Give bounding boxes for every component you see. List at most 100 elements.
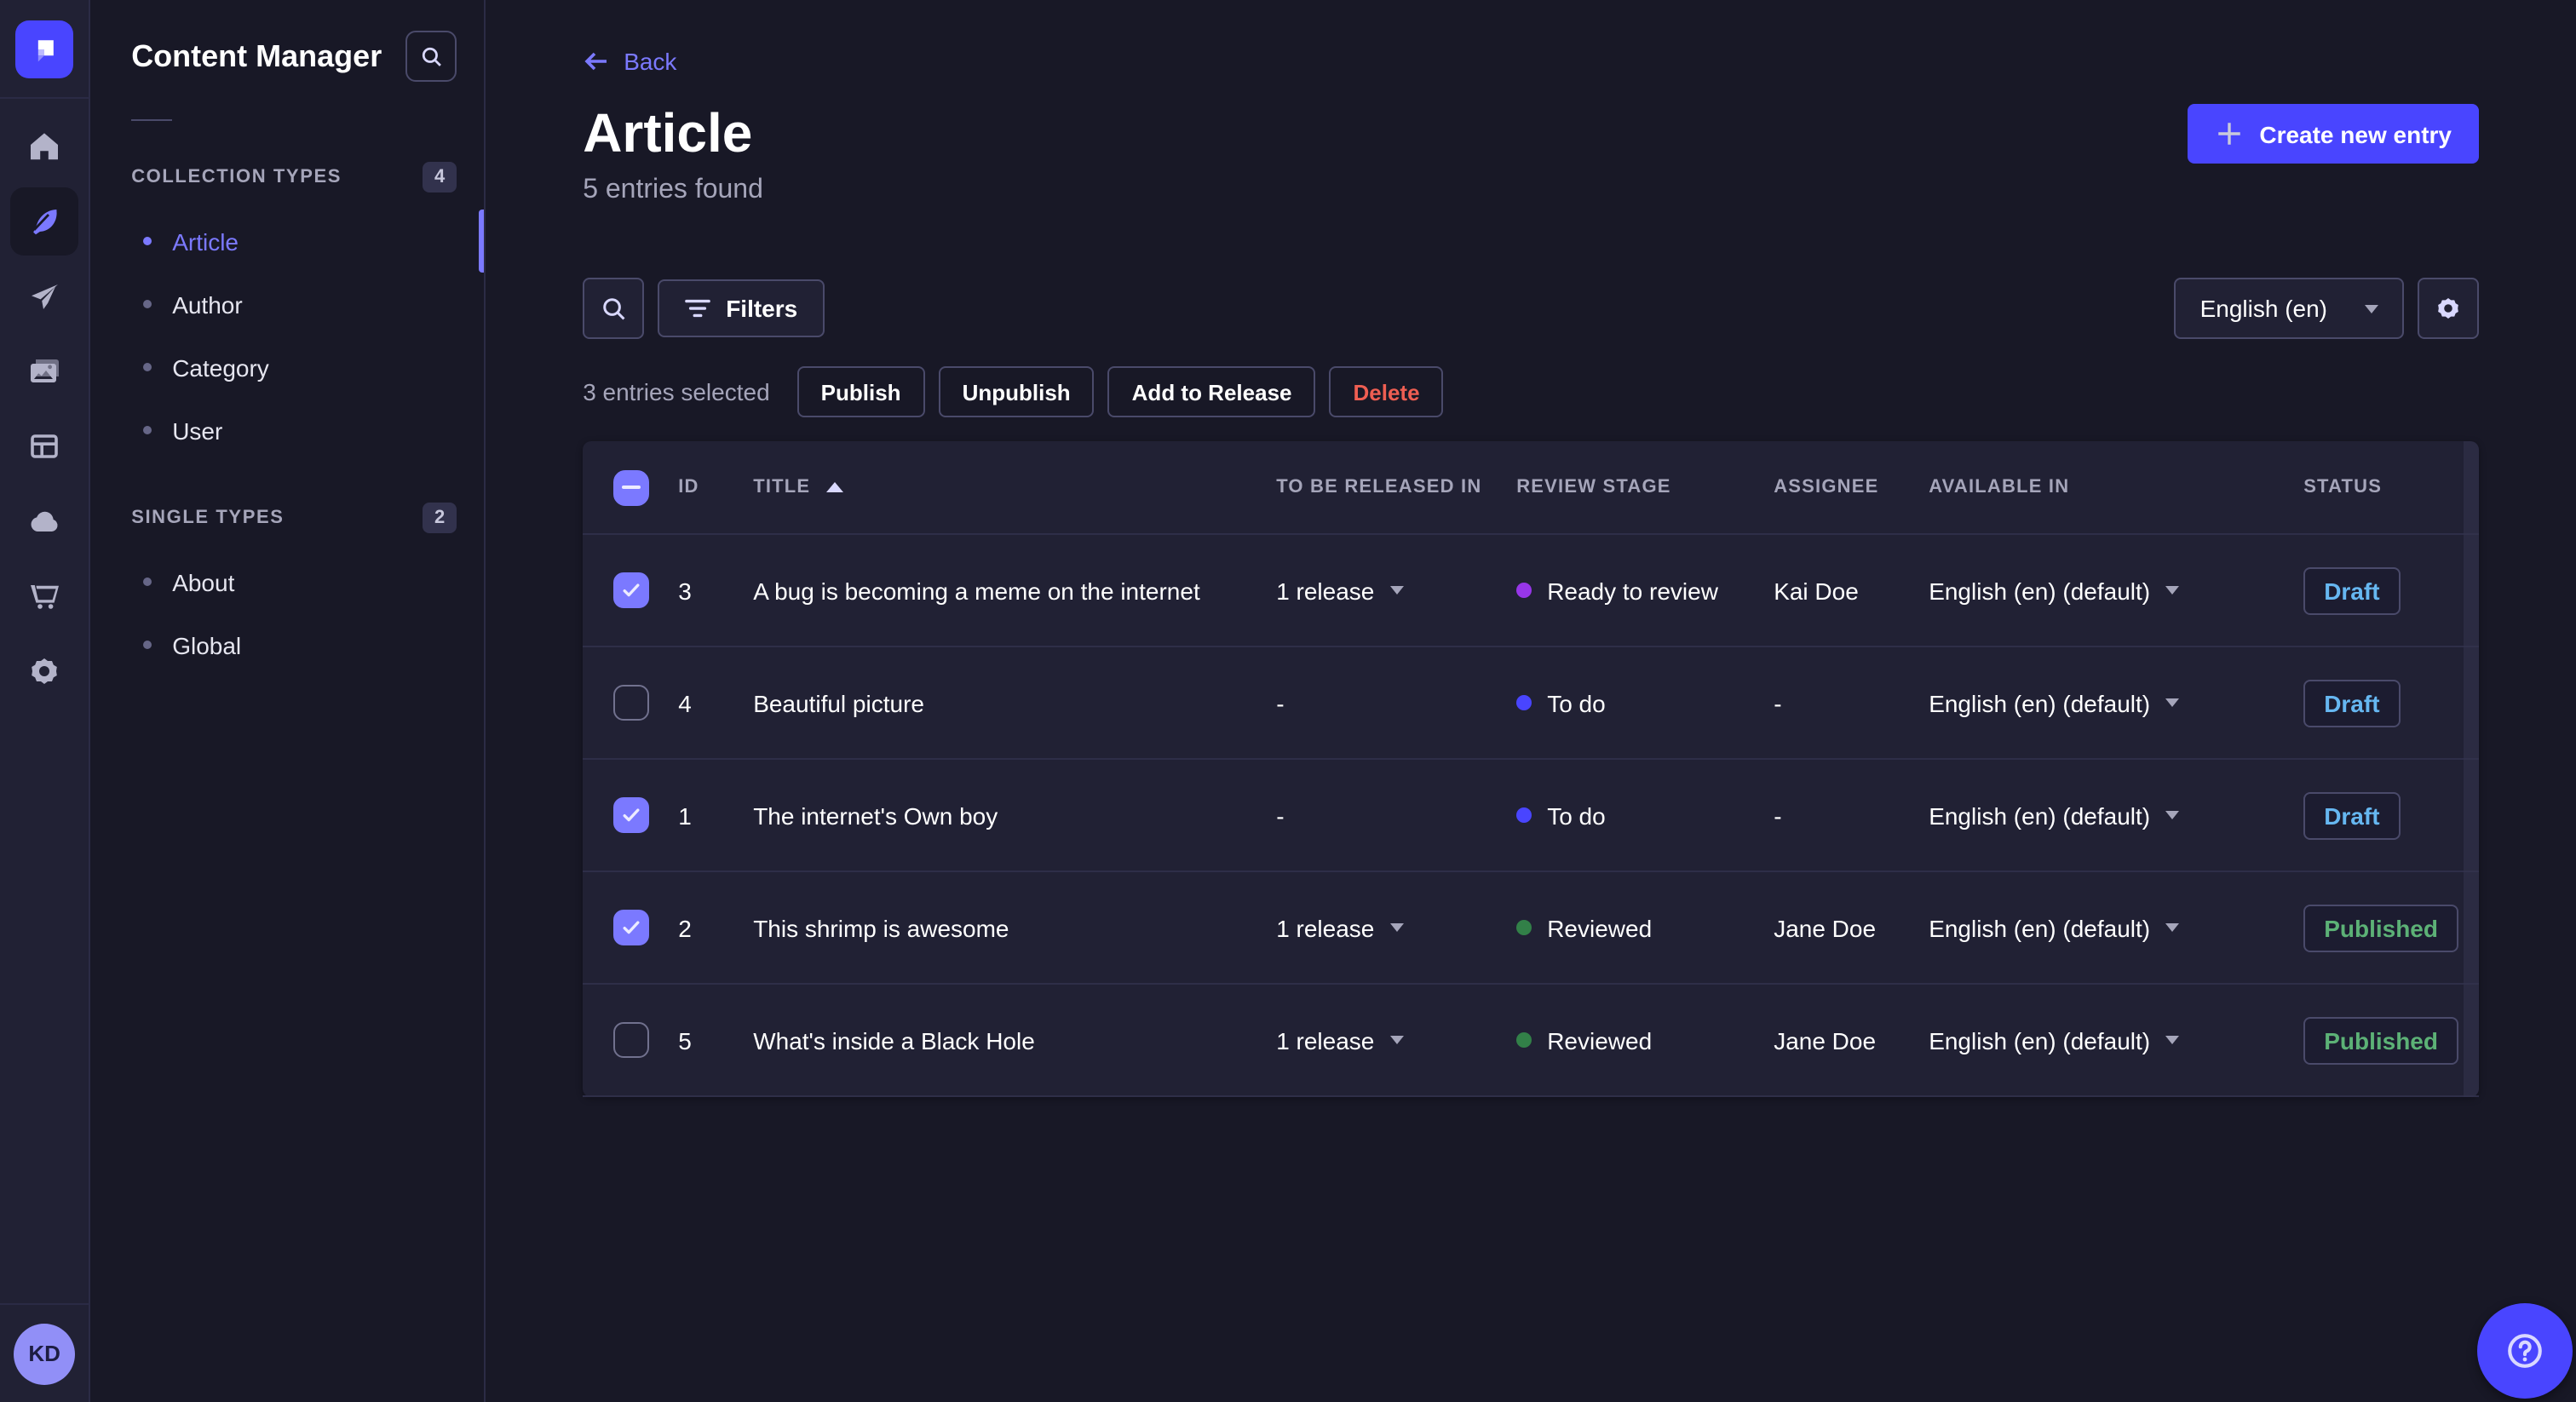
cell-assignee: Kai Doe bbox=[1774, 577, 1859, 604]
marketplace-cart-icon[interactable] bbox=[10, 562, 78, 630]
rail-footer: KD bbox=[0, 1303, 89, 1402]
cell-available-in[interactable]: English (en) (default) bbox=[1929, 1026, 2303, 1054]
releases-paper-plane-icon[interactable] bbox=[10, 262, 78, 330]
sidebar-item-global[interactable]: Global bbox=[90, 613, 484, 676]
table-row[interactable]: 1 The internet's Own boy - To do - Engli… bbox=[583, 760, 2479, 872]
settings-gear-icon[interactable] bbox=[10, 637, 78, 705]
sidebar-item-label: User bbox=[172, 417, 223, 444]
collection-types-count-badge: 4 bbox=[422, 162, 457, 192]
cell-id: 1 bbox=[678, 802, 692, 829]
question-circle-icon bbox=[2508, 1334, 2542, 1368]
view-settings-button[interactable] bbox=[2418, 278, 2479, 339]
publish-button[interactable]: Publish bbox=[796, 366, 925, 417]
delete-button[interactable]: Delete bbox=[1329, 366, 1444, 417]
cloud-icon[interactable] bbox=[10, 487, 78, 555]
row-checkbox[interactable] bbox=[613, 1022, 650, 1058]
sidebar-item-label: Article bbox=[172, 227, 239, 255]
strapi-admin-app: KD Content Manager COLLECTION TYPES 4 Ar… bbox=[0, 0, 2576, 1402]
content-manager-feather-icon[interactable] bbox=[10, 187, 79, 256]
chevron-down-icon bbox=[2365, 304, 2378, 313]
row-checkbox[interactable] bbox=[613, 910, 650, 945]
cell-available-in[interactable]: English (en) (default) bbox=[1929, 577, 2303, 604]
status-badge: Draft bbox=[2303, 791, 2401, 839]
chevron-down-icon bbox=[2165, 811, 2180, 819]
sidebar-item-label: Global bbox=[172, 631, 242, 658]
check-icon bbox=[623, 808, 640, 822]
unpublish-button[interactable]: Unpublish bbox=[938, 366, 1095, 417]
row-checkbox[interactable] bbox=[613, 572, 650, 608]
plus-icon bbox=[2218, 123, 2241, 145]
add-to-release-button[interactable]: Add to Release bbox=[1107, 366, 1316, 417]
cell-released: - bbox=[1276, 802, 1285, 829]
stage-dot-icon bbox=[1516, 920, 1532, 935]
column-review-stage[interactable]: REVIEW STAGE bbox=[1516, 477, 1774, 497]
bullet-icon bbox=[143, 237, 152, 245]
cell-released[interactable]: 1 release bbox=[1276, 1026, 1516, 1054]
cell-released[interactable]: 1 release bbox=[1276, 577, 1516, 604]
sidebar-item-author[interactable]: Author bbox=[90, 273, 484, 336]
filters-button[interactable]: Filters bbox=[658, 279, 825, 337]
cell-title: The internet's Own boy bbox=[753, 802, 998, 829]
column-assignee[interactable]: ASSIGNEE bbox=[1774, 477, 1929, 497]
row-checkbox[interactable] bbox=[613, 685, 650, 721]
cell-assignee: Jane Doe bbox=[1774, 914, 1877, 941]
column-id[interactable]: ID bbox=[678, 477, 753, 497]
status-badge: Draft bbox=[2303, 566, 2401, 614]
column-to-be-released-in[interactable]: TO BE RELEASED IN bbox=[1276, 477, 1516, 497]
bullet-icon bbox=[143, 363, 152, 371]
media-library-icon[interactable] bbox=[10, 337, 78, 405]
chevron-down-icon bbox=[1389, 586, 1404, 595]
create-new-entry-button[interactable]: Create new entry bbox=[2188, 104, 2479, 164]
back-label: Back bbox=[624, 48, 677, 75]
user-avatar[interactable]: KD bbox=[14, 1323, 76, 1384]
table-row[interactable]: 3 A bug is becoming a meme on the intern… bbox=[583, 535, 2479, 647]
cell-available-in[interactable]: English (en) (default) bbox=[1929, 914, 2303, 941]
cell-id: 3 bbox=[678, 577, 692, 604]
table-scrollbar[interactable] bbox=[2464, 441, 2479, 1097]
search-button[interactable] bbox=[583, 278, 645, 339]
cell-title: Beautiful picture bbox=[753, 689, 924, 716]
cell-review-stage: Reviewed bbox=[1516, 914, 1774, 941]
check-icon bbox=[623, 583, 640, 597]
stage-dot-icon bbox=[1516, 583, 1532, 598]
table-row[interactable]: 4 Beautiful picture - To do - English (e… bbox=[583, 647, 2479, 760]
locale-select[interactable]: English (en) bbox=[2174, 278, 2404, 339]
filter-icon bbox=[685, 299, 710, 318]
column-available-in[interactable]: AVAILABLE IN bbox=[1929, 477, 2303, 497]
back-arrow-icon bbox=[584, 52, 607, 71]
icon-rail: KD bbox=[0, 0, 91, 1402]
entries-count: 5 entries found bbox=[583, 175, 763, 204]
column-title[interactable]: TITLE bbox=[753, 477, 1276, 497]
sidebar-search-button[interactable] bbox=[405, 31, 457, 82]
row-checkbox[interactable] bbox=[613, 797, 650, 833]
cell-released[interactable]: 1 release bbox=[1276, 914, 1516, 941]
indeterminate-dash-icon bbox=[622, 485, 641, 490]
page-title: Article bbox=[583, 102, 753, 164]
select-all-checkbox[interactable] bbox=[613, 469, 650, 505]
column-status[interactable]: STATUS bbox=[2303, 477, 2479, 497]
cell-available-in[interactable]: English (en) (default) bbox=[1929, 689, 2303, 716]
sidebar-item-article[interactable]: Article bbox=[90, 210, 484, 273]
status-badge: Draft bbox=[2303, 679, 2401, 727]
stage-dot-icon bbox=[1516, 1032, 1532, 1048]
home-icon[interactable] bbox=[10, 112, 78, 181]
table-row[interactable]: 5 What's inside a Black Hole 1 release R… bbox=[583, 985, 2479, 1097]
gear-icon bbox=[2438, 298, 2458, 319]
chevron-down-icon bbox=[2165, 698, 2180, 707]
bullet-icon bbox=[143, 641, 152, 649]
content-type-builder-icon[interactable] bbox=[10, 412, 78, 480]
table-row[interactable]: 2 This shrimp is awesome 1 release Revie… bbox=[583, 872, 2479, 985]
help-button[interactable] bbox=[2477, 1303, 2573, 1399]
rail-icon-list bbox=[0, 99, 89, 1303]
cell-available-in[interactable]: English (en) (default) bbox=[1929, 802, 2303, 829]
workspace-logo-button[interactable] bbox=[0, 0, 89, 99]
cell-title: A bug is becoming a meme on the internet bbox=[753, 577, 1200, 604]
filters-label: Filters bbox=[726, 295, 798, 322]
back-link[interactable]: Back bbox=[583, 48, 676, 75]
locale-value: English (en) bbox=[2199, 295, 2327, 322]
table-header-row: ID TITLE TO BE RELEASED IN REVIEW STAGE … bbox=[583, 441, 2479, 535]
cell-id: 2 bbox=[678, 914, 692, 941]
sidebar-item-about[interactable]: About bbox=[90, 550, 484, 613]
sidebar-item-category[interactable]: Category bbox=[90, 336, 484, 399]
sidebar-item-user[interactable]: User bbox=[90, 399, 484, 462]
